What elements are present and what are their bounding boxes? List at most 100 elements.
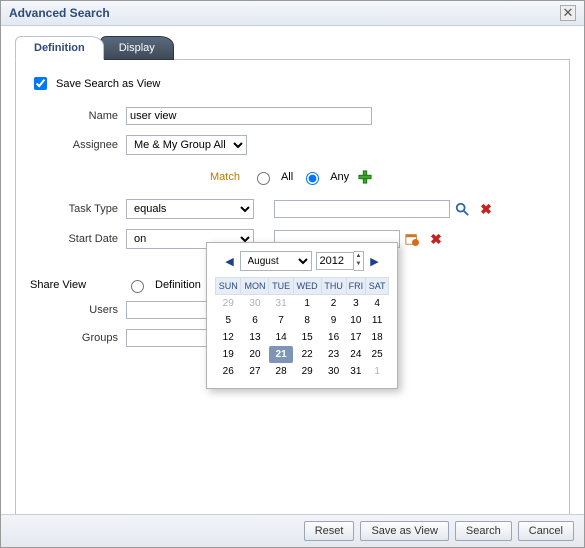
calendar-day-cell[interactable]: 25: [366, 346, 389, 363]
close-icon: ✕: [563, 5, 574, 21]
calendar-dow-row: SUNMONTUEWEDTHUFRISAT: [216, 278, 389, 295]
start-date-remove-button[interactable]: ✖: [428, 231, 444, 247]
calendar-dow-cell: SAT: [366, 278, 389, 295]
year-spinner[interactable]: ▲ ▼: [354, 251, 365, 271]
assignee-select[interactable]: Me & My Group All: [126, 135, 247, 155]
name-label: Name: [30, 110, 118, 122]
calendar-day-cell[interactable]: 28: [269, 363, 293, 380]
calendar-day-cell[interactable]: 13: [241, 329, 269, 346]
match-all-label: All: [281, 171, 293, 183]
date-picker-popup: ◀ August ▲ ▼ ▶ SUNMONTUEWEDTHUFRISAT 293…: [206, 242, 398, 389]
calendar-day-cell[interactable]: 12: [216, 329, 241, 346]
magnifier-icon: [455, 202, 469, 216]
calendar-day-cell[interactable]: 11: [366, 312, 389, 329]
calendar-dow-cell: SUN: [216, 278, 241, 295]
start-date-calendar-button[interactable]: [404, 231, 420, 247]
calendar-day-cell[interactable]: 30: [241, 295, 269, 313]
criterion-field-label: Start Date: [30, 233, 118, 245]
task-type-lookup-button[interactable]: [454, 201, 470, 217]
calendar-day-cell[interactable]: 10: [346, 312, 366, 329]
prev-month-button[interactable]: ◀: [224, 255, 236, 267]
share-definition-label: Definition: [155, 279, 201, 291]
calendar-dow-cell: MON: [241, 278, 269, 295]
title-bar: Advanced Search ✕: [1, 1, 584, 26]
name-input[interactable]: [126, 107, 372, 125]
calendar-day-cell[interactable]: 19: [216, 346, 241, 363]
calendar-day-cell[interactable]: 18: [366, 329, 389, 346]
month-select[interactable]: August: [240, 251, 312, 271]
tab-definition[interactable]: Definition: [15, 36, 104, 60]
calendar-dow-cell: WED: [293, 278, 321, 295]
tab-display[interactable]: Display: [100, 36, 174, 60]
calendar-day-cell[interactable]: 30: [321, 363, 346, 380]
spinner-down-icon: ▼: [354, 260, 364, 268]
tab-strip: Definition Display: [1, 26, 584, 60]
groups-label: Groups: [30, 332, 118, 344]
chevron-left-icon: ◀: [225, 255, 233, 268]
task-type-operator-select[interactable]: equals: [126, 199, 254, 219]
calendar-week-row: 2930311234: [216, 295, 389, 313]
calendar-day-cell[interactable]: 3: [346, 295, 366, 313]
calendar-day-cell[interactable]: 4: [366, 295, 389, 313]
calendar-day-cell[interactable]: 29: [216, 295, 241, 313]
calendar-day-cell[interactable]: 6: [241, 312, 269, 329]
plus-icon: [358, 170, 372, 184]
save-as-view-button[interactable]: Save as View: [360, 521, 448, 541]
calendar-day-cell[interactable]: 26: [216, 363, 241, 380]
calendar-day-cell[interactable]: 22: [293, 346, 321, 363]
dialog-footer: Reset Save as View Search Cancel: [1, 514, 584, 547]
definition-panel: Save Search as View Name Assignee Me & M…: [15, 59, 570, 515]
calendar-day-cell[interactable]: 1: [293, 295, 321, 313]
calendar-day-cell[interactable]: 9: [321, 312, 346, 329]
assignee-label: Assignee: [30, 139, 118, 151]
calendar-day-cell[interactable]: 24: [346, 346, 366, 363]
close-button[interactable]: ✕: [560, 5, 576, 21]
cancel-button[interactable]: Cancel: [518, 521, 574, 541]
add-criteria-button[interactable]: [357, 169, 373, 185]
year-input[interactable]: [316, 252, 354, 270]
calendar-dow-cell: FRI: [346, 278, 366, 295]
task-type-remove-button[interactable]: ✖: [478, 201, 494, 217]
search-button[interactable]: Search: [455, 521, 512, 541]
calendar-week-row: 12131415161718: [216, 329, 389, 346]
next-month-button[interactable]: ▶: [368, 255, 380, 267]
criterion-field-label: Task Type: [30, 203, 118, 215]
calendar-day-cell[interactable]: 7: [269, 312, 293, 329]
calendar-day-cell[interactable]: 23: [321, 346, 346, 363]
calendar-week-row: 19202122232425: [216, 346, 389, 363]
calendar-week-row: 2627282930311: [216, 363, 389, 380]
match-any-label: Any: [330, 171, 349, 183]
calendar-dow-cell: TUE: [269, 278, 293, 295]
calendar-day-cell[interactable]: 17: [346, 329, 366, 346]
calendar-day-cell[interactable]: 31: [346, 363, 366, 380]
calendar-day-cell[interactable]: 1: [366, 363, 389, 380]
spinner-up-icon: ▲: [354, 252, 364, 260]
calendar-day-cell[interactable]: 14: [269, 329, 293, 346]
calendar-grid: SUNMONTUEWEDTHUFRISAT 293031123456789101…: [215, 277, 389, 380]
calendar-week-row: 567891011: [216, 312, 389, 329]
share-definition-radio[interactable]: [131, 280, 144, 293]
save-as-view-checkbox[interactable]: [34, 77, 47, 90]
calendar-day-cell[interactable]: 5: [216, 312, 241, 329]
save-as-view-label: Save Search as View: [56, 78, 160, 90]
match-all-radio[interactable]: [257, 172, 270, 185]
calendar-day-cell[interactable]: 29: [293, 363, 321, 380]
calendar-day-cell[interactable]: 16: [321, 329, 346, 346]
chevron-right-icon: ▶: [370, 255, 378, 268]
calendar-day-cell[interactable]: 31: [269, 295, 293, 313]
calendar-day-cell[interactable]: 20: [241, 346, 269, 363]
dialog-title: Advanced Search: [9, 6, 110, 20]
share-view-label: Share View: [30, 279, 118, 291]
calendar-icon: [405, 232, 419, 246]
calendar-day-cell[interactable]: 27: [241, 363, 269, 380]
match-label: Match: [210, 171, 240, 183]
calendar-day-cell[interactable]: 15: [293, 329, 321, 346]
task-type-value-input[interactable]: [274, 200, 450, 218]
match-any-radio[interactable]: [306, 172, 319, 185]
calendar-day-cell[interactable]: 2: [321, 295, 346, 313]
reset-button[interactable]: Reset: [304, 521, 355, 541]
calendar-day-cell[interactable]: 21: [269, 346, 293, 363]
users-label: Users: [30, 304, 118, 316]
calendar-dow-cell: THU: [321, 278, 346, 295]
calendar-day-cell[interactable]: 8: [293, 312, 321, 329]
